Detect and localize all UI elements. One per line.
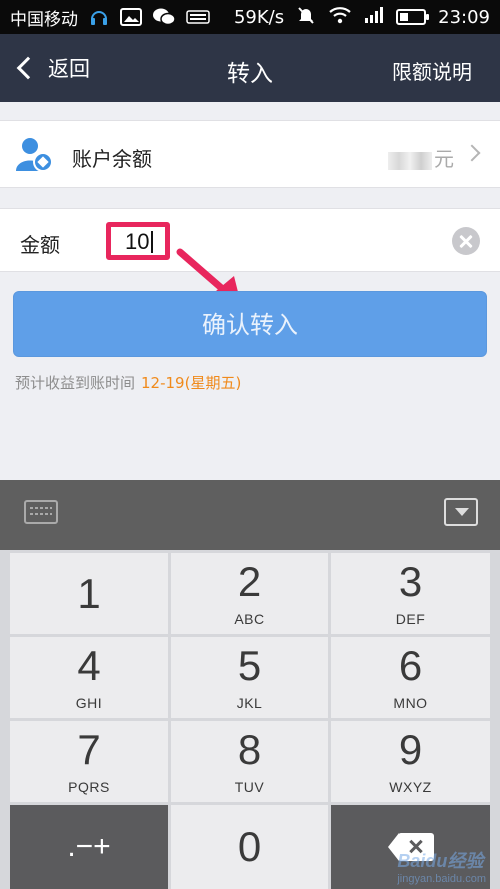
baidu-watermark: Baidu经验 jingyan.baidu.com — [397, 847, 486, 885]
currency-unit: 元 — [434, 147, 454, 171]
key-letters: MNO — [393, 694, 428, 711]
key-digit: 2 — [237, 557, 262, 605]
key-letters: JKL — [236, 694, 263, 711]
key-digit: 0 — [237, 823, 262, 870]
key-letters: ABC — [234, 610, 265, 627]
net-speed: 59K/s — [233, 6, 285, 28]
earnings-date: 12-19(星期五) — [141, 374, 242, 392]
key-digit: 7 — [77, 725, 101, 773]
key-letters: PQRS — [68, 778, 110, 795]
earnings-hint: 预计收益到账时间 12-19(星期五) — [15, 372, 241, 393]
keyboard-hide-icon[interactable] — [444, 498, 478, 526]
wifi-icon — [328, 6, 352, 29]
clock: 23:09 — [438, 6, 490, 28]
key-0[interactable]: 0 — [171, 805, 328, 889]
key-2[interactable]: 2 ABC — [171, 553, 328, 634]
navigation-bar: 返回 转入 限额说明 — [0, 34, 500, 102]
key-letters: WXYZ — [389, 778, 432, 795]
symbol-key[interactable]: .−+ — [10, 805, 168, 889]
status-bar: 中国移动 59K/s 23:09 — [0, 0, 500, 34]
earnings-hint-text: 预计收益到账时间 — [15, 374, 136, 392]
key-digit: 1 — [77, 569, 101, 617]
key-9[interactable]: 9 WXYZ — [331, 721, 490, 802]
account-user-icon — [16, 138, 53, 172]
amount-input[interactable]: 10 — [106, 222, 170, 260]
watermark-url: jingyan.baidu.com — [397, 873, 486, 885]
status-right: 59K/s 23:09 — [234, 5, 490, 30]
limit-info-link[interactable]: 限额说明 — [392, 56, 472, 85]
amount-row: 金额 10 — [0, 208, 500, 272]
key-letters: GHI — [75, 694, 103, 711]
mute-icon — [296, 5, 316, 30]
key-8[interactable]: 8 TUV — [171, 721, 328, 802]
key-6[interactable]: 6 MNO — [331, 637, 490, 718]
key-letters: TUV — [234, 778, 265, 795]
headset-icon — [88, 6, 110, 28]
keyboard-status-icon — [186, 9, 210, 25]
balance-redacted — [388, 151, 432, 170]
chevron-right-icon — [463, 144, 481, 162]
account-balance-row[interactable]: 账户余额 元 — [0, 120, 500, 188]
watermark-main: Baidu经验 — [397, 851, 484, 871]
keyboard-toolbar — [0, 480, 500, 550]
key-digit: 9 — [398, 725, 423, 773]
key-4[interactable]: 4 GHI — [10, 637, 168, 718]
image-icon — [120, 8, 142, 26]
account-balance-label: 账户余额 — [72, 147, 152, 171]
key-3[interactable]: 3 DEF — [331, 553, 490, 634]
battery-icon — [396, 9, 430, 25]
key-7[interactable]: 7 PQRS — [10, 721, 168, 802]
key-letters: DEF — [395, 610, 426, 627]
key-digit: 6 — [398, 641, 423, 689]
account-balance-value: 元 — [388, 143, 454, 172]
key-5[interactable]: 5 JKL — [171, 637, 328, 718]
confirm-transfer-button[interactable]: 确认转入 — [13, 291, 487, 357]
numeric-keypad: 1 2 ABC 3 DEF 4 GHI 5 JKL 6 MNO 7 PQRS 8… — [0, 550, 500, 889]
key-digit: 4 — [77, 641, 101, 689]
text-caret — [151, 231, 153, 253]
wechat-icon — [152, 7, 176, 27]
keyboard-switch-icon[interactable] — [24, 500, 58, 524]
symbol-key-label: .−+ — [67, 830, 111, 863]
key-digit: 8 — [237, 725, 262, 773]
key-1[interactable]: 1 — [10, 553, 168, 634]
carrier-name: 中国移动 — [10, 9, 78, 30]
clear-icon[interactable] — [452, 227, 480, 255]
amount-label: 金额 — [20, 233, 60, 257]
key-digit: 5 — [237, 641, 262, 689]
amount-value: 10 — [125, 229, 150, 254]
signal-icon — [364, 6, 384, 29]
key-digit: 3 — [398, 557, 423, 605]
